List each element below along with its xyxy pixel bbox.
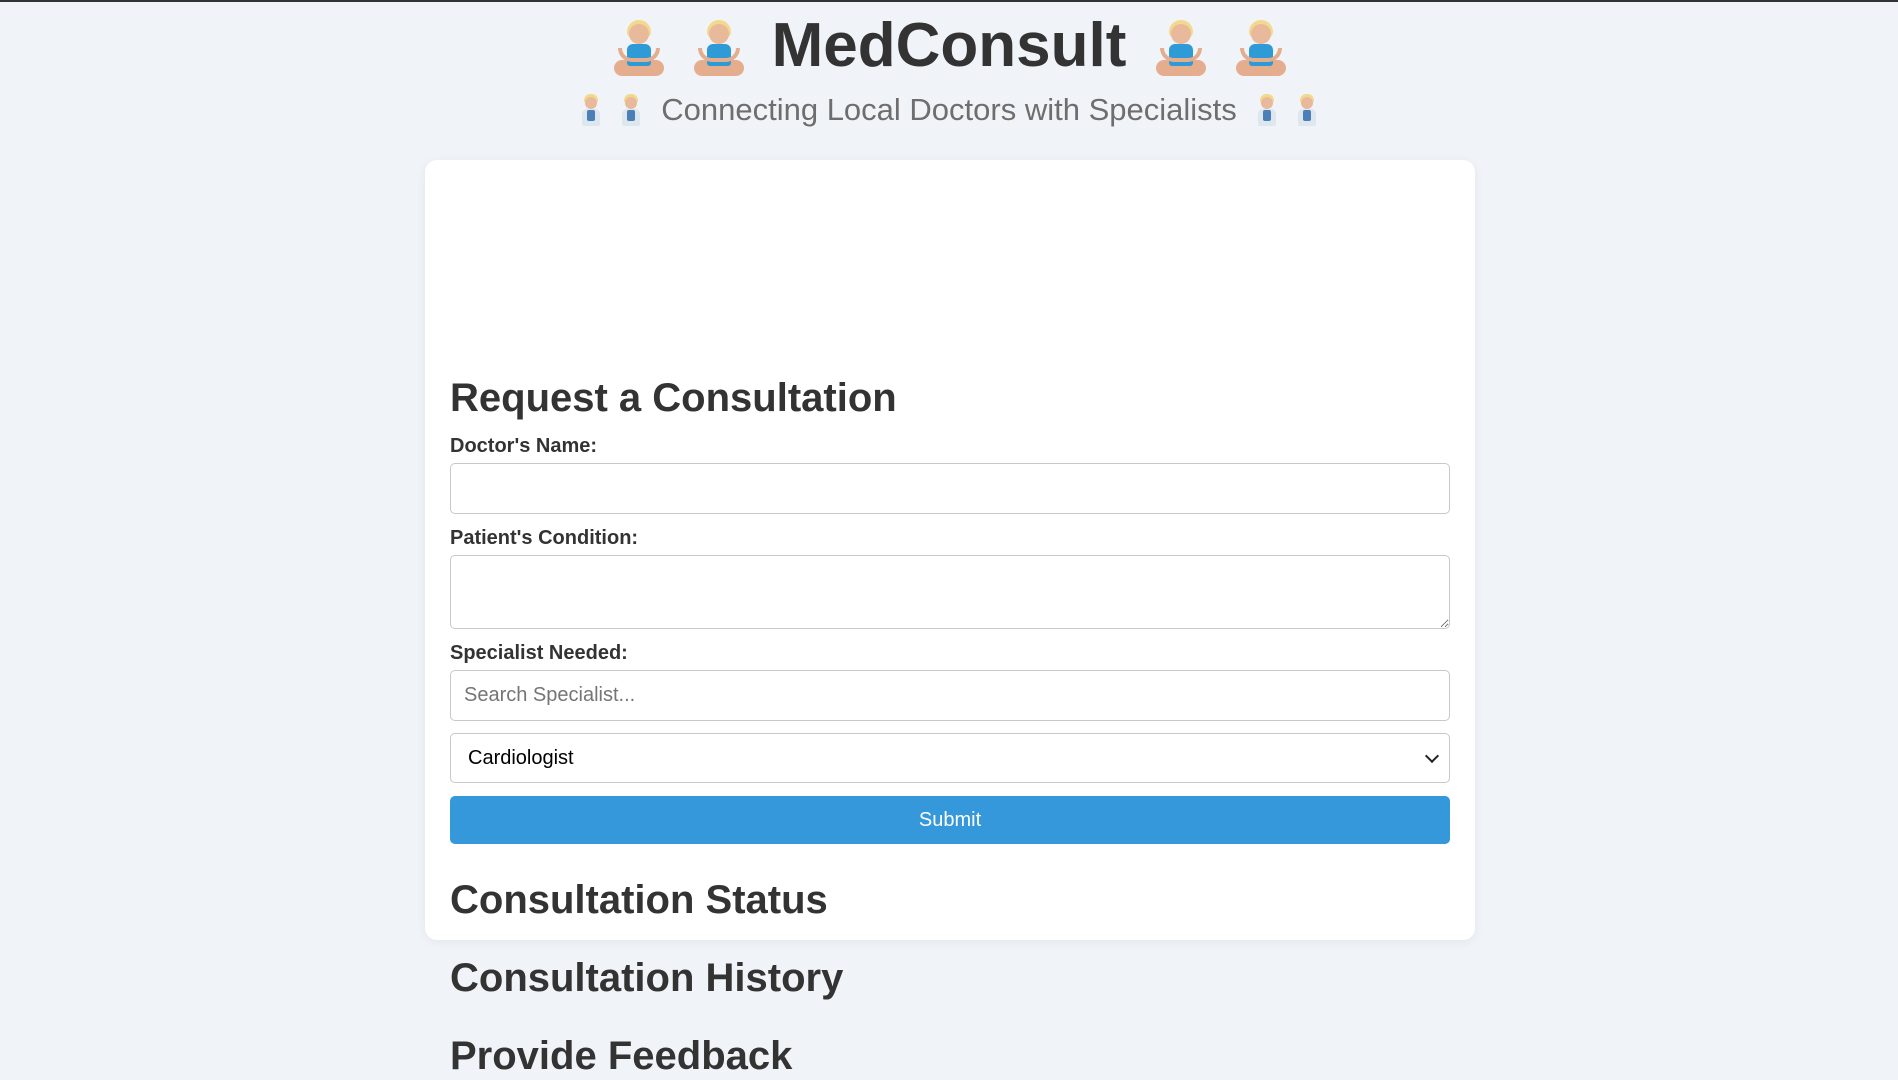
app-subtitle: Connecting Local Doctors with Specialist… (661, 92, 1237, 127)
person-in-lotus-position-icon (608, 14, 668, 78)
person-in-lotus-position-icon (1230, 14, 1290, 78)
main-card: Request a Consultation Doctor's Name: Pa… (425, 160, 1475, 1078)
top-border (0, 0, 1898, 2)
doctor-icon (577, 92, 605, 128)
doctor-name-label: Doctor's Name: (450, 435, 598, 457)
doctor-icon (1293, 92, 1321, 128)
submit-button[interactable]: Submit (450, 796, 1450, 844)
specialist-selected-value: Cardiologist (468, 746, 574, 769)
provide-feedback-heading: Provide Feedback (450, 1034, 793, 1078)
consultation-status-heading: Consultation Status (450, 878, 828, 922)
doctor-name-input[interactable] (450, 463, 1450, 514)
consultation-history-heading: Consultation History (450, 956, 844, 1000)
title-row: MedConsult (0, 10, 1898, 82)
patient-condition-label: Patient's Condition: (450, 527, 639, 549)
specialist-search-input[interactable] (450, 670, 1450, 721)
doctor-icon (617, 92, 645, 128)
specialist-select[interactable]: Cardiologist (450, 733, 1450, 783)
person-in-lotus-position-icon (1150, 14, 1210, 78)
person-in-lotus-position-icon (688, 14, 748, 78)
doctor-icon (1253, 92, 1281, 128)
patient-condition-textarea[interactable] (450, 555, 1450, 629)
subtitle-row: Connecting Local Doctors with Specialist… (0, 88, 1898, 132)
app-title: MedConsult (771, 11, 1127, 80)
request-consultation-heading: Request a Consultation (450, 376, 897, 420)
specialist-needed-label: Specialist Needed: (450, 642, 628, 664)
chevron-down-icon (1424, 748, 1440, 764)
